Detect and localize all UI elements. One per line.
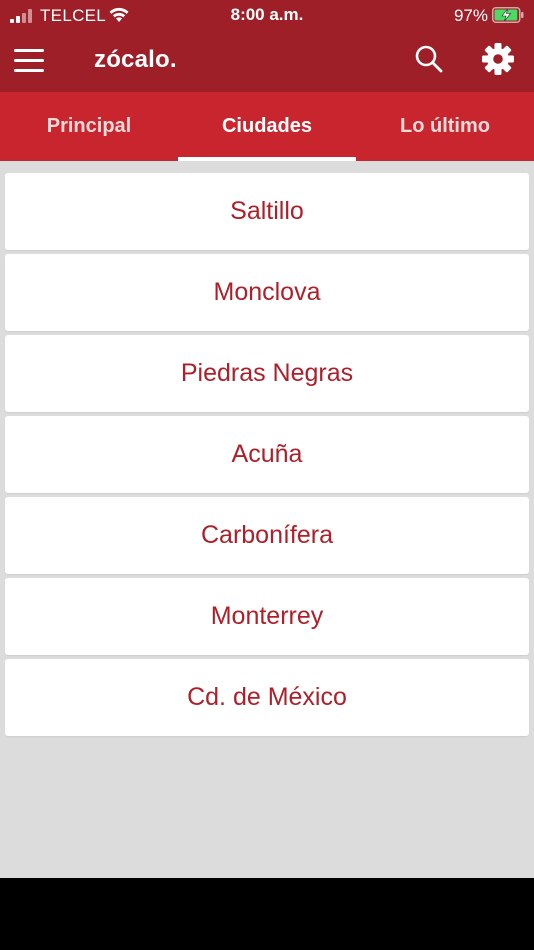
city-label: Acuña: [231, 440, 303, 468]
city-label: Monterrey: [210, 602, 324, 630]
tab-lo-ultimo[interactable]: Lo último: [356, 92, 534, 161]
city-label: Cd. de México: [187, 683, 347, 711]
city-label: Piedras Negras: [180, 359, 354, 387]
battery-percent: 97%: [453, 6, 488, 25]
city-label: Monclova: [213, 278, 321, 306]
city-item-acuna[interactable]: Acuña: [5, 416, 529, 493]
tab-label: Principal: [46, 115, 132, 137]
section-tabs: Principal Ciudades Lo último: [0, 92, 534, 161]
tab-label: Lo último: [400, 115, 490, 137]
battery-charging-icon: [492, 7, 524, 23]
city-list: Saltillo Monclova Piedras Negras Acuña C…: [5, 173, 529, 740]
status-bar: TELCEL 8:00 a.m. 97%: [0, 0, 534, 32]
city-label: Carbonífera: [200, 521, 334, 549]
app-bar: zócalo.: [0, 32, 534, 92]
city-item-monterrey[interactable]: Monterrey: [5, 578, 529, 655]
hamburger-menu-icon[interactable]: [14, 49, 44, 73]
search-icon[interactable]: [414, 44, 444, 74]
city-item-saltillo[interactable]: Saltillo: [5, 173, 529, 250]
city-item-piedras-negras[interactable]: Piedras Negras: [5, 335, 529, 412]
tab-label: Ciudades: [221, 115, 313, 137]
app-logo: zócalo.: [94, 46, 177, 73]
bottom-bar: [0, 878, 534, 950]
gear-icon[interactable]: [481, 42, 515, 76]
top-bar: TELCEL 8:00 a.m. 97% zócalo.: [0, 0, 534, 92]
tab-principal[interactable]: Principal: [0, 92, 178, 161]
city-label: Saltillo: [230, 197, 304, 225]
city-item-cd-de-mexico[interactable]: Cd. de México: [5, 659, 529, 736]
city-item-monclova[interactable]: Monclova: [5, 254, 529, 331]
tab-ciudades[interactable]: Ciudades: [178, 92, 356, 161]
city-item-carbonifera[interactable]: Carbonífera: [5, 497, 529, 574]
app-screen: TELCEL 8:00 a.m. 97% zócalo. Principal C…: [0, 0, 534, 950]
